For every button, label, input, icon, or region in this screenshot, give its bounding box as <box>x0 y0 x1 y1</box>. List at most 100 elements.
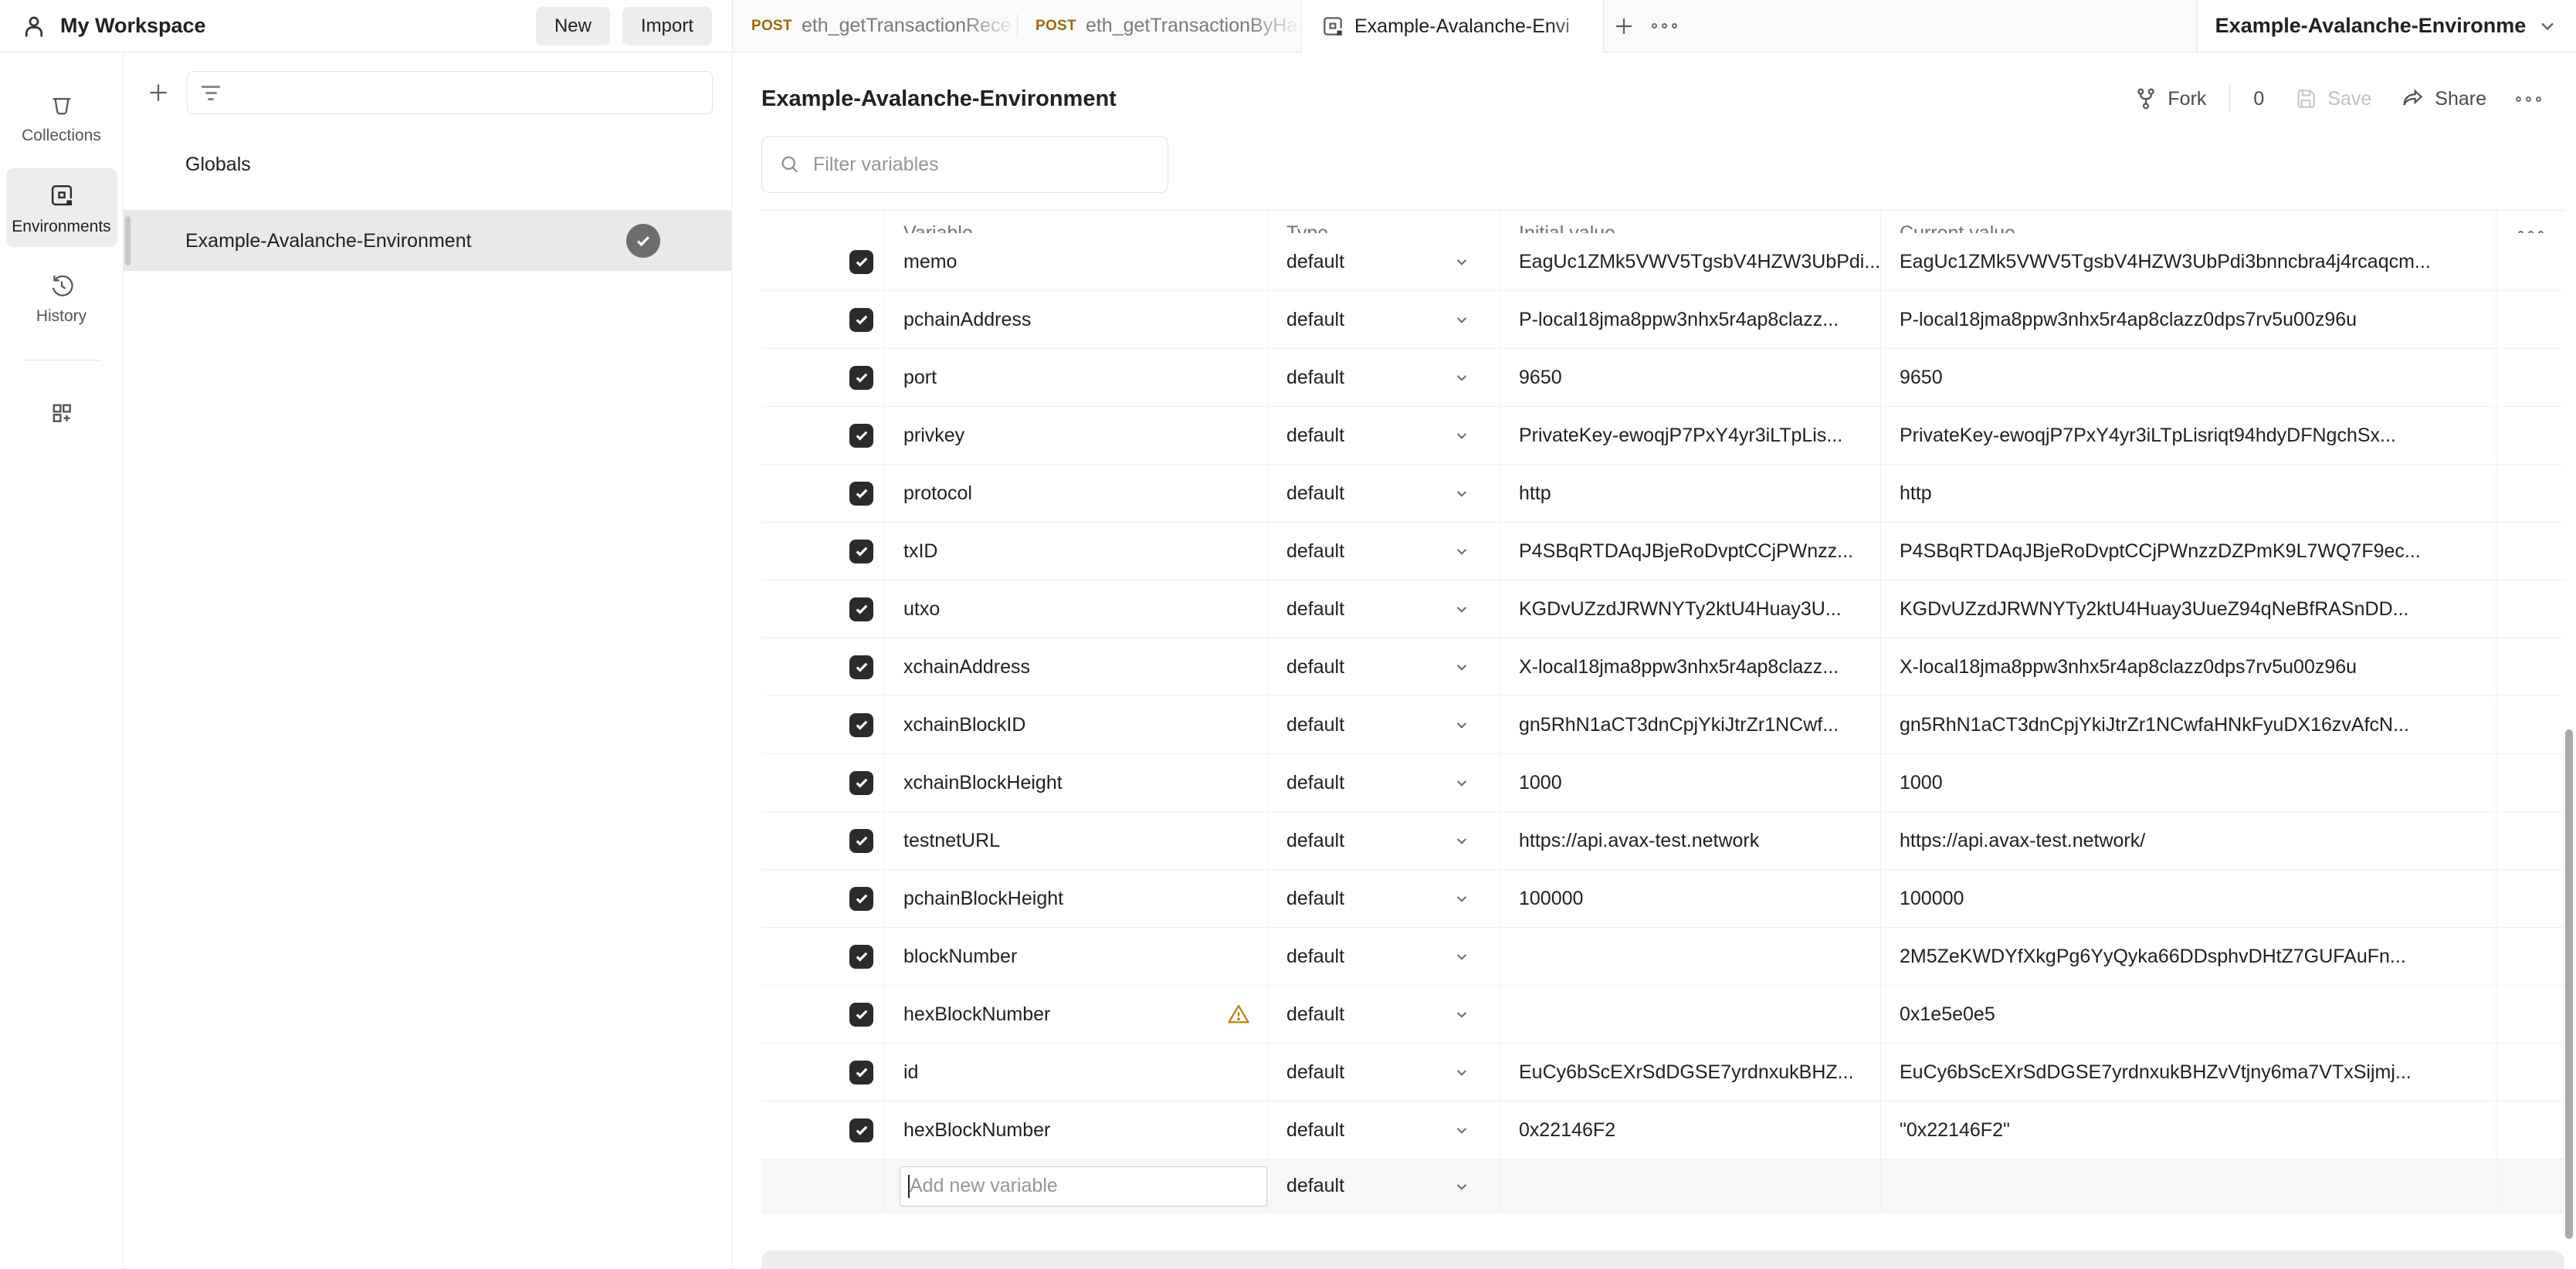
current-value-cell[interactable]: P-local18jma8ppw3nhx5r4ap8clazz0dps7rv5u… <box>1881 291 2496 348</box>
tab-options-icon[interactable] <box>1644 0 1684 52</box>
current-value-cell[interactable]: https://api.avax-test.network/ <box>1881 812 2496 869</box>
active-environment-check-icon[interactable] <box>626 224 660 258</box>
variable-name[interactable]: memo <box>903 251 957 273</box>
row-checkbox[interactable] <box>849 597 873 621</box>
chevron-down-icon[interactable] <box>1452 252 1472 272</box>
initial-value-cell[interactable] <box>1500 986 1881 1043</box>
import-button[interactable]: Import <box>622 7 712 46</box>
new-button[interactable]: New <box>536 7 610 46</box>
initial-value-cell[interactable]: 1000 <box>1500 754 1881 811</box>
current-value-cell[interactable]: 9650 <box>1881 349 2496 406</box>
variable-name[interactable]: testnetURL <box>903 830 1000 852</box>
chevron-down-icon[interactable] <box>1452 425 1472 445</box>
configure-blocks-icon[interactable] <box>6 387 117 438</box>
type-cell[interactable]: default <box>1268 754 1500 811</box>
initial-value-cell[interactable] <box>1500 928 1881 985</box>
filter-variables-box[interactable] <box>761 136 1168 193</box>
sidebar-scrollbar-thumb[interactable] <box>125 216 130 266</box>
row-checkbox[interactable] <box>849 655 873 679</box>
tab-request-1[interactable]: POST eth_getTransactionRece <box>733 0 1017 52</box>
variable-name[interactable]: utxo <box>903 598 940 621</box>
chevron-down-icon[interactable] <box>1452 1004 1472 1024</box>
current-value-cell[interactable]: P4SBqRTDAqJBjeRoDvptCCjPWnzzDZPmK9L7WQ7F… <box>1881 523 2496 580</box>
variable-name[interactable]: xchainBlockHeight <box>903 772 1063 794</box>
chevron-down-icon[interactable] <box>1452 831 1472 851</box>
row-checkbox[interactable] <box>849 424 873 448</box>
user-avatar-icon[interactable] <box>20 12 48 40</box>
sidebar-item-environment[interactable]: Example-Avalanche-Environment <box>124 211 731 271</box>
initial-value-cell[interactable]: 100000 <box>1500 870 1881 927</box>
variable-name[interactable]: pchainAddress <box>903 309 1031 331</box>
tab-environment-active[interactable]: Example-Avalanche-Envi <box>1301 0 1604 52</box>
row-checkbox[interactable] <box>849 1118 873 1142</box>
chevron-down-icon[interactable] <box>1452 1176 1472 1196</box>
fork-button[interactable]: Fork <box>2134 86 2206 111</box>
row-checkbox[interactable] <box>849 366 873 390</box>
chevron-down-icon[interactable] <box>1452 715 1472 735</box>
vertical-scrollbar-thumb[interactable] <box>2565 729 2573 1239</box>
sidebar-item-collections[interactable]: Collections <box>6 79 117 156</box>
type-cell[interactable]: default <box>1268 349 1500 406</box>
chevron-down-icon[interactable] <box>1452 541 1472 561</box>
type-cell[interactable]: default <box>1268 1101 1500 1159</box>
chevron-down-icon[interactable] <box>1452 310 1472 330</box>
environment-selector[interactable]: Example-Avalanche-Environme <box>2197 0 2576 52</box>
add-environment-button[interactable] <box>145 80 171 106</box>
current-value-cell[interactable]: 2M5ZeKWDYfXkgPg6YyQyka66DDsphvDHtZ7GUFAu… <box>1881 928 2496 985</box>
row-checkbox[interactable] <box>849 1061 873 1085</box>
current-value-cell[interactable]: "0x22146F2" <box>1881 1101 2496 1159</box>
row-checkbox[interactable] <box>849 540 873 563</box>
current-value-cell[interactable]: 0x1e5e0e5 <box>1881 986 2496 1043</box>
share-button[interactable]: Share <box>2401 86 2486 111</box>
variable-name[interactable]: hexBlockNumber <box>903 1003 1050 1026</box>
fork-count[interactable]: 0 <box>2253 88 2264 110</box>
variable-name[interactable]: hexBlockNumber <box>903 1119 1050 1142</box>
variable-name[interactable]: port <box>903 367 937 389</box>
variable-name[interactable]: txID <box>903 540 937 563</box>
chevron-down-icon[interactable] <box>1452 888 1472 909</box>
variable-name[interactable]: pchainBlockHeight <box>903 888 1063 910</box>
chevron-down-icon[interactable] <box>1452 657 1472 677</box>
current-value-cell[interactable]: 1000 <box>1881 754 2496 811</box>
row-checkbox[interactable] <box>849 771 873 795</box>
bottom-scroll-bar[interactable] <box>761 1250 2564 1269</box>
variable-name[interactable]: xchainBlockID <box>903 714 1025 736</box>
initial-value-cell[interactable]: 0x22146F2 <box>1500 1101 1881 1159</box>
save-button[interactable]: Save <box>2293 86 2371 111</box>
row-checkbox[interactable] <box>849 829 873 853</box>
initial-value-cell[interactable]: PrivateKey-ewoqjP7PxY4yr3iLTpLis... <box>1500 407 1881 464</box>
type-cell[interactable]: default <box>1268 986 1500 1043</box>
add-row-initial-cell[interactable] <box>1500 1159 1881 1213</box>
current-value-cell[interactable]: X-local18jma8ppw3nhx5r4ap8clazz0dps7rv5u… <box>1881 638 2496 695</box>
chevron-down-icon[interactable] <box>1452 599 1472 619</box>
current-value-cell[interactable]: EagUc1ZMk5VWV5TgsbV4HZW3UbPdi3bnncbra4j4… <box>1881 233 2496 290</box>
chevron-down-icon[interactable] <box>1452 946 1472 966</box>
current-value-cell[interactable]: 100000 <box>1881 870 2496 927</box>
type-cell[interactable]: default <box>1268 523 1500 580</box>
variable-name[interactable]: xchainAddress <box>903 656 1030 678</box>
initial-value-cell[interactable]: https://api.avax-test.network <box>1500 812 1881 869</box>
current-value-cell[interactable]: EuCy6bScEXrSdDGSE7yrdnxukBHZvVtjny6ma7VT… <box>1881 1044 2496 1101</box>
initial-value-cell[interactable]: EagUc1ZMk5VWV5TgsbV4HZW3UbPdi... <box>1500 233 1881 290</box>
type-cell[interactable]: default <box>1268 233 1500 290</box>
initial-value-cell[interactable]: P4SBqRTDAqJBjeRoDvptCCjPWnzz... <box>1500 523 1881 580</box>
variable-name[interactable]: protocol <box>903 482 972 505</box>
type-cell[interactable]: default <box>1268 1044 1500 1101</box>
type-cell[interactable]: default <box>1268 638 1500 695</box>
more-options-icon[interactable] <box>2516 96 2541 102</box>
add-row-current-cell[interactable] <box>1881 1159 2496 1213</box>
current-value-cell[interactable]: http <box>1881 465 2496 522</box>
row-checkbox[interactable] <box>849 482 873 506</box>
initial-value-cell[interactable]: 9650 <box>1500 349 1881 406</box>
sidebar-item-globals[interactable]: Globals <box>124 148 731 181</box>
initial-value-cell[interactable]: gn5RhN1aCT3dnCpjYkiJtrZr1NCwf... <box>1500 696 1881 753</box>
filter-variables-input[interactable] <box>813 154 1151 176</box>
row-checkbox[interactable] <box>849 713 873 737</box>
type-cell[interactable]: default <box>1268 407 1500 464</box>
initial-value-cell[interactable]: KGDvUZzdJRWNYTy2ktU4Huay3U... <box>1500 580 1881 638</box>
initial-value-cell[interactable]: http <box>1500 465 1881 522</box>
sidebar-item-environments[interactable]: Environments <box>6 168 117 247</box>
chevron-down-icon[interactable] <box>1452 367 1472 387</box>
current-value-cell[interactable]: PrivateKey-ewoqjP7PxY4yr3iLTpLisriqt94hd… <box>1881 407 2496 464</box>
initial-value-cell[interactable]: EuCy6bScEXrSdDGSE7yrdnxukBHZ... <box>1500 1044 1881 1101</box>
